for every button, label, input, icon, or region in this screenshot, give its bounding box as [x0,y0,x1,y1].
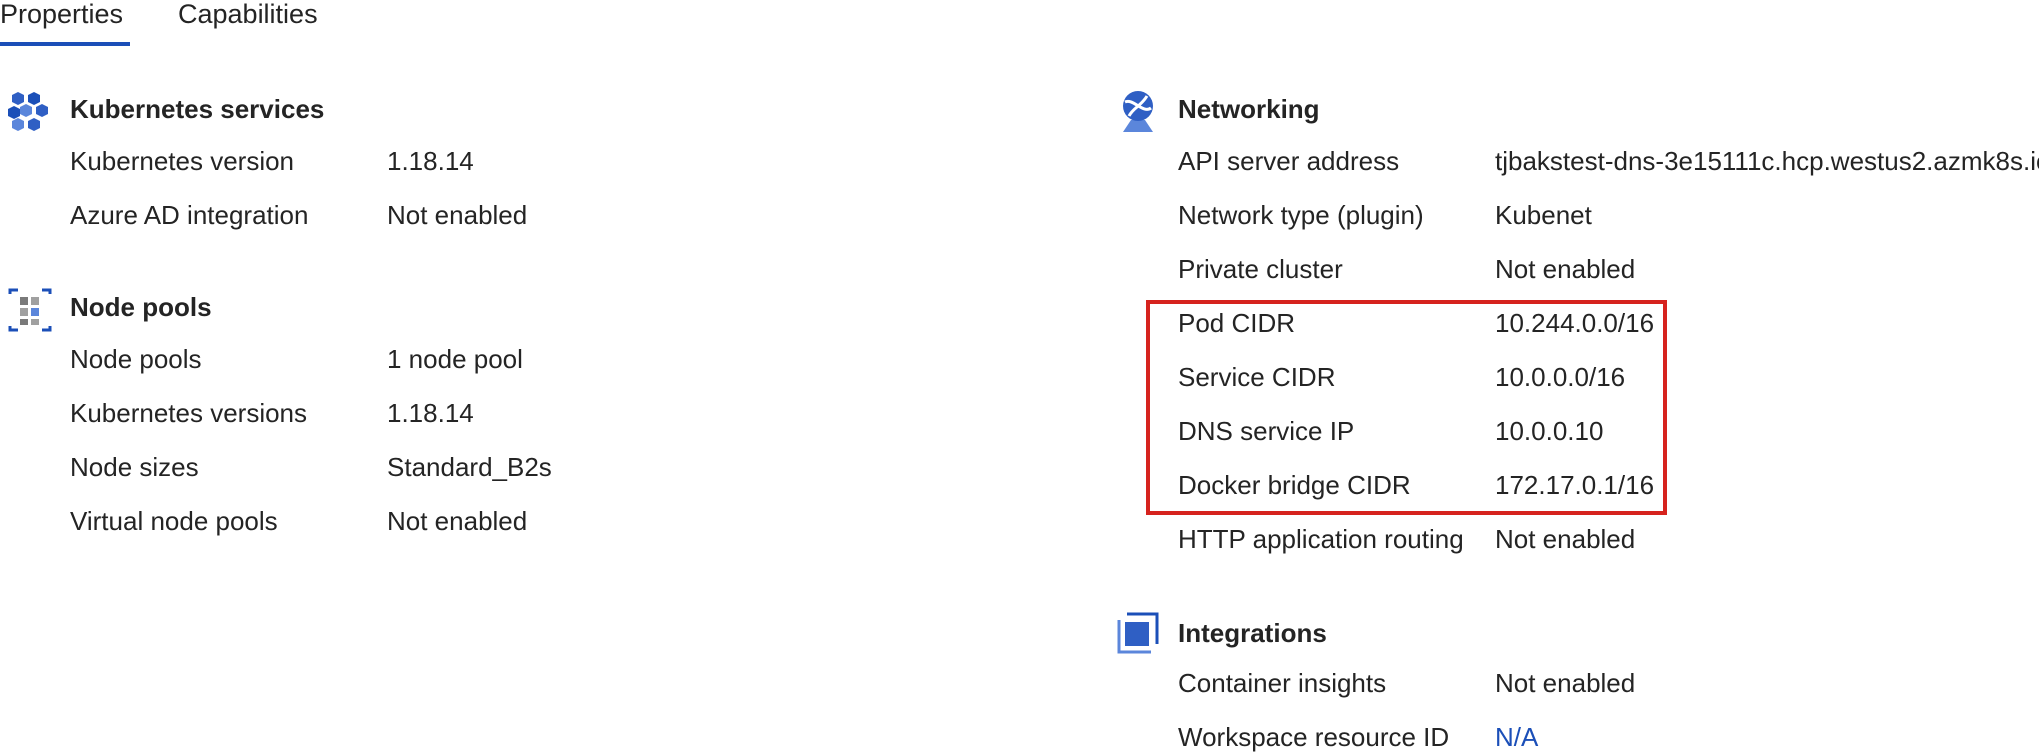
property-value: 1.18.14 [387,146,474,176]
property-label: HTTP application routing [1178,524,1464,554]
tab-capabilities[interactable]: Capabilities [178,0,318,28]
section-title: Networking [1178,94,1320,124]
workspace-resource-link[interactable]: N/A [1495,722,1538,753]
property-label: API server address [1178,146,1400,176]
property-label: Kubernetes versions [70,398,308,428]
node-pools-icon [8,288,52,332]
property-label: Node sizes [70,452,199,482]
property-value: Kubenet [1495,200,1592,230]
property-label: Container insights [1178,668,1387,698]
property-value: 1.18.14 [387,398,474,428]
property-label: Azure AD integration [70,200,309,230]
property-value: tjbakstest-dns-3e15111c.hcp.westus2.azmk… [1495,146,2039,176]
property-value: Not enabled [1495,524,1636,554]
section-title: Node pools [70,292,212,322]
active-tab-indicator [0,42,130,46]
integrations-icon [1117,612,1161,656]
property-label: Workspace resource ID [1178,722,1450,752]
tab-properties[interactable]: Properties [0,0,123,28]
property-label: Network type (plugin) [1178,200,1424,230]
property-value: Not enabled [387,506,528,536]
section-title: Kubernetes services [70,94,325,124]
property-value: Not enabled [1495,254,1636,284]
property-value: Standard_B2s [387,452,552,482]
property-value: Not enabled [387,200,528,230]
property-label: Kubernetes version [70,146,295,176]
section-title: Integrations [1178,618,1327,648]
property-value: Not enabled [1495,668,1636,698]
networking-icon [1115,88,1159,132]
kubernetes-services-icon [8,90,52,134]
highlight-box [1146,300,1667,515]
property-label: Node pools [70,344,202,374]
property-value: 1 node pool [387,344,523,374]
property-label: Private cluster [1178,254,1343,284]
property-label: Virtual node pools [70,506,278,536]
